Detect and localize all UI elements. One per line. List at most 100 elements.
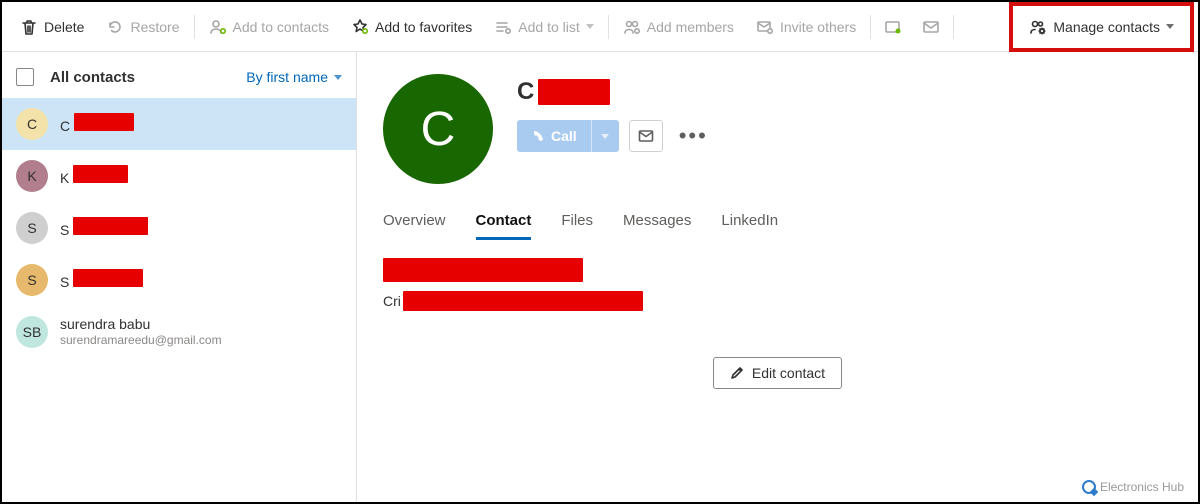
contact-subtext: surendramareedu@gmail.com — [60, 333, 222, 347]
contact-name: K — [60, 165, 128, 187]
avatar: SB — [16, 316, 48, 348]
tab-linkedin[interactable]: LinkedIn — [721, 212, 778, 240]
chevron-down-icon — [586, 24, 594, 29]
add-members-button: Add members — [615, 10, 742, 44]
list-add-icon — [494, 18, 512, 36]
email-button[interactable] — [629, 120, 663, 152]
add-to-favorites-label: Add to favorites — [375, 19, 472, 35]
contact-text: S — [60, 217, 148, 239]
people-add-icon — [623, 18, 641, 36]
sidebar-title: All contacts — [50, 69, 135, 86]
avatar: K — [16, 160, 48, 192]
invite-icon — [756, 18, 774, 36]
section-title: Contact information — [383, 260, 1172, 281]
tab-files[interactable]: Files — [561, 212, 593, 240]
add-to-list-label: Add to list — [518, 19, 579, 35]
profile-name: C — [517, 78, 714, 106]
card-icon-button[interactable] — [877, 10, 909, 44]
avatar-large: C — [383, 74, 493, 184]
call-split-button[interactable]: Call — [517, 120, 619, 152]
phone-icon — [531, 129, 545, 143]
add-to-contacts-label: Add to contacts — [233, 19, 330, 35]
separator — [953, 15, 954, 39]
restore-icon — [106, 18, 124, 36]
restore-button: Restore — [98, 10, 187, 44]
manage-contacts-button[interactable]: Manage contacts — [1021, 10, 1182, 44]
contact-name: surendra babu — [60, 316, 222, 333]
delete-label: Delete — [44, 19, 84, 35]
invite-others-button: Invite others — [748, 10, 864, 44]
person-add-icon — [209, 18, 227, 36]
manage-contacts-highlight: Manage contacts — [1009, 2, 1194, 52]
restore-label: Restore — [130, 19, 179, 35]
card-icon — [884, 18, 902, 36]
contact-item[interactable]: CC — [2, 98, 356, 150]
redaction — [403, 291, 643, 311]
watermark-icon — [1082, 480, 1096, 494]
tab-overview[interactable]: Overview — [383, 212, 446, 240]
edit-contact-button[interactable]: Edit contact — [713, 357, 842, 389]
call-dropdown[interactable] — [591, 120, 619, 152]
contact-item[interactable]: SS — [2, 202, 356, 254]
redaction — [73, 217, 148, 235]
add-to-contacts-button: Add to contacts — [201, 10, 338, 44]
contact-text: C — [60, 113, 134, 135]
sort-label: By first name — [246, 69, 328, 85]
toolbar: Delete Restore Add to contacts Add to fa… — [2, 2, 1198, 52]
contact-text: K — [60, 165, 128, 187]
contact-list: CC KK SS SS SBsurendra babusurendramaree… — [2, 98, 356, 358]
avatar: S — [16, 264, 48, 296]
chevron-down-icon — [601, 134, 609, 139]
avatar: S — [16, 212, 48, 244]
tab-contact[interactable]: Contact — [476, 212, 532, 240]
contact-name: C — [60, 113, 134, 135]
mail-icon-button[interactable] — [915, 10, 947, 44]
call-label: Call — [551, 128, 577, 144]
contact-text: surendra babusurendramareedu@gmail.com — [60, 316, 222, 347]
separator — [870, 15, 871, 39]
profile-name-prefix: C — [517, 78, 534, 106]
mail-icon — [922, 18, 940, 36]
more-actions-button[interactable]: ••• — [673, 123, 714, 149]
info-prefix: Cri — [383, 293, 401, 309]
redaction — [538, 79, 610, 105]
add-to-favorites-button[interactable]: Add to favorites — [343, 10, 480, 44]
contact-item[interactable]: SS — [2, 254, 356, 306]
redaction — [73, 165, 128, 183]
delete-button[interactable]: Delete — [12, 10, 92, 44]
ellipsis-icon: ••• — [679, 123, 708, 148]
mail-icon — [638, 128, 654, 144]
redaction — [383, 258, 583, 282]
select-all-checkbox[interactable] — [16, 68, 34, 86]
detail-tabs: Overview Contact Files Messages LinkedIn — [383, 212, 1172, 240]
contacts-sidebar: All contacts By first name CC KK SS SS S… — [2, 52, 357, 502]
chevron-down-icon — [1166, 24, 1174, 29]
contact-name: S — [60, 217, 148, 239]
sidebar-header: All contacts By first name — [2, 62, 356, 98]
edit-contact-label: Edit contact — [752, 365, 825, 381]
sort-button[interactable]: By first name — [246, 69, 342, 85]
contact-info-line: Cri — [383, 291, 1172, 311]
call-button[interactable]: Call — [517, 120, 591, 152]
separator — [608, 15, 609, 39]
star-add-icon — [351, 18, 369, 36]
contact-item[interactable]: SB surendra babusurendramareedu@gmail.com — [2, 306, 356, 358]
contact-name: S — [60, 269, 143, 291]
tab-messages[interactable]: Messages — [623, 212, 691, 240]
contact-detail-pane: C C Call — [357, 52, 1198, 502]
pencil-icon — [730, 366, 744, 380]
add-members-label: Add members — [647, 19, 734, 35]
people-gear-icon — [1029, 18, 1047, 36]
trash-icon — [20, 18, 38, 36]
contact-item[interactable]: KK — [2, 150, 356, 202]
add-to-list-button: Add to list — [486, 10, 601, 44]
invite-others-label: Invite others — [780, 19, 856, 35]
manage-contacts-label: Manage contacts — [1053, 19, 1160, 35]
chevron-down-icon — [334, 75, 342, 80]
contact-text: S — [60, 269, 143, 291]
separator — [194, 15, 195, 39]
avatar: C — [16, 108, 48, 140]
redaction — [74, 113, 134, 131]
redaction — [73, 269, 143, 287]
watermark: Electronics Hub — [1082, 480, 1184, 494]
